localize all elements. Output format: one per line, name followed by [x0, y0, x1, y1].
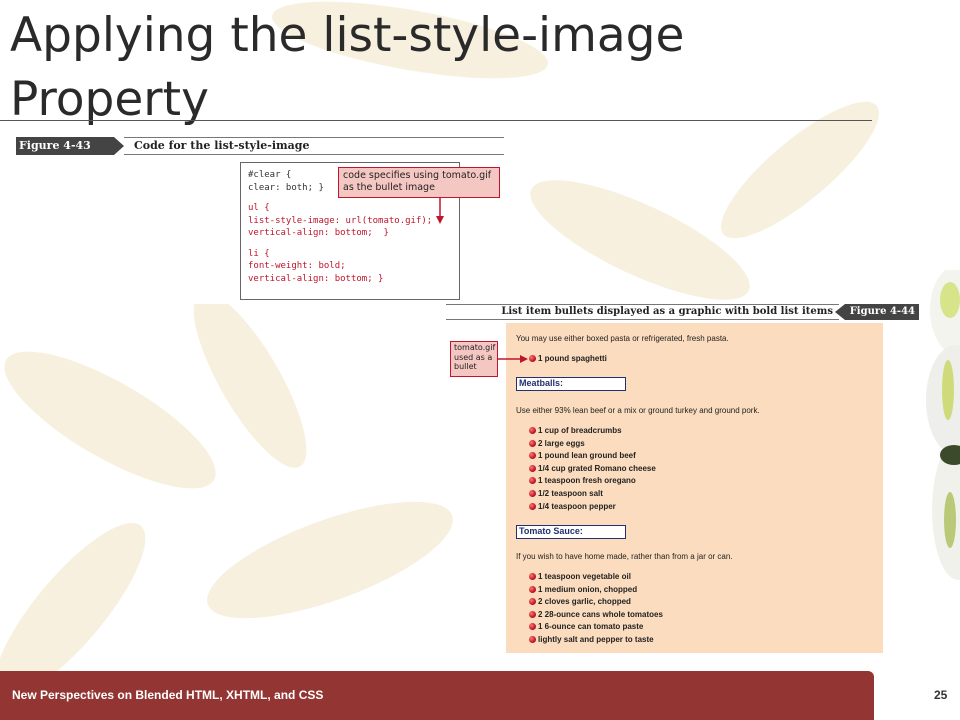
- intro-text: You may use either boxed pasta or refrig…: [516, 334, 729, 343]
- code-line: vertical-align: bottom; }: [248, 273, 384, 284]
- tomato-sauce-heading: Tomato Sauce:: [516, 525, 626, 539]
- list-item-label: 1/2 teaspoon salt: [538, 489, 603, 498]
- list-item-label: 1 teaspoon vegetable oil: [538, 572, 631, 581]
- tomato-bullet-icon: [529, 573, 536, 580]
- page-number: 25: [934, 688, 948, 702]
- tomato-bullet-icon: [529, 636, 536, 643]
- tomato-bullet-icon: [529, 598, 536, 606]
- list-item: 1/4 cup grated Romano cheese: [529, 464, 656, 474]
- list-item-label: 1 cup of breadcrumbs: [538, 426, 622, 435]
- tomato-bullet-icon: [529, 477, 536, 485]
- list-item: 1 medium onion, chopped: [529, 585, 637, 595]
- list-item: 1 pound lean ground beef: [529, 451, 636, 461]
- list-item: 1 6-ounce can tomato paste: [529, 622, 643, 632]
- tomato-bullet-icon: [529, 610, 536, 618]
- figure-4-43-caption: Code for the list-style-image: [134, 139, 310, 152]
- figure-4-43-tag: Figure 4-43: [16, 137, 124, 155]
- list-item: 1 pound spaghetti: [529, 354, 607, 364]
- code-line: vertical-align: bottom; }: [248, 228, 389, 238]
- slide-title: Applying the list-style-image Property: [10, 8, 685, 127]
- tomato-bullet-icon: [529, 355, 536, 362]
- list-item-label: 1/4 cup grated Romano cheese: [538, 463, 656, 473]
- list-item-label: lightly salt and pepper to taste: [538, 635, 654, 644]
- tomato-bullet-icon: [529, 452, 536, 460]
- footer-text: New Perspectives on Blended HTML, XHTML,…: [12, 688, 324, 702]
- list-item-label: 1 6-ounce can tomato paste: [538, 622, 644, 632]
- footer-bar: New Perspectives on Blended HTML, XHTML,…: [0, 671, 874, 720]
- list-item: 2 large eggs: [529, 439, 585, 449]
- figure-4-44-header: List item bullets displayed as a graphic…: [446, 304, 919, 320]
- tomato-bullet-icon: [529, 464, 536, 472]
- list-item-label: 1 medium onion, chopped: [538, 584, 638, 594]
- list-item-label: 2 large eggs: [538, 438, 585, 448]
- code-line: list-style-image: url(tomato.gif);: [248, 215, 433, 226]
- code-line: li {: [248, 248, 270, 259]
- tomato-bullet-icon: [529, 623, 536, 631]
- bullet-image-callout: code specifies using tomato.gif as the b…: [338, 167, 500, 198]
- flower-decoration: [926, 270, 960, 580]
- figure-4-44-tag: Figure 4-44: [835, 304, 919, 320]
- list-item-label: 1 pound lean ground beef: [538, 451, 636, 461]
- code-line: font-weight: bold;: [248, 261, 346, 271]
- tomato-sauce-description: If you wish to have home made, rather th…: [516, 552, 733, 561]
- list-item-label: 1/4 teaspoon pepper: [538, 501, 616, 511]
- tomato-bullet-icon: [529, 439, 536, 447]
- list-item-label: 1 teaspoon fresh oregano: [538, 476, 636, 486]
- title-divider: [0, 120, 872, 121]
- list-item: 1/2 teaspoon salt: [529, 489, 603, 499]
- list-item: lightly salt and pepper to taste: [529, 635, 654, 645]
- list-item-label: 2 28-ounce cans whole tomatoes: [538, 609, 663, 619]
- code-line: ul {: [248, 203, 270, 213]
- tomato-bullet-callout: tomato.gif used as a bullet: [450, 341, 498, 377]
- tomato-bullet-icon: [529, 502, 536, 510]
- tomato-bullet-icon: [529, 490, 536, 497]
- list-item: 1 teaspoon fresh oregano: [529, 476, 636, 486]
- list-item: 2 28-ounce cans whole tomatoes: [529, 610, 663, 620]
- list-item: 1 teaspoon vegetable oil: [529, 572, 631, 582]
- figure-4-44-caption: List item bullets displayed as a graphic…: [501, 306, 833, 317]
- list-item: 2 cloves garlic, chopped: [529, 597, 631, 607]
- list-item-label: 2 cloves garlic, chopped: [538, 597, 631, 607]
- figure-4-43-header: Figure 4-43 Code for the list-style-imag…: [16, 137, 504, 155]
- tomato-bullet-icon: [529, 427, 536, 434]
- meatballs-heading: Meatballs:: [516, 377, 626, 391]
- tomato-bullet-icon: [529, 585, 536, 593]
- list-item: 1/4 teaspoon pepper: [529, 502, 616, 512]
- browser-output-panel: You may use either boxed pasta or refrig…: [506, 323, 883, 653]
- list-item: 1 cup of breadcrumbs: [529, 426, 622, 436]
- meatballs-description: Use either 93% lean beef or a mix or gro…: [516, 406, 760, 415]
